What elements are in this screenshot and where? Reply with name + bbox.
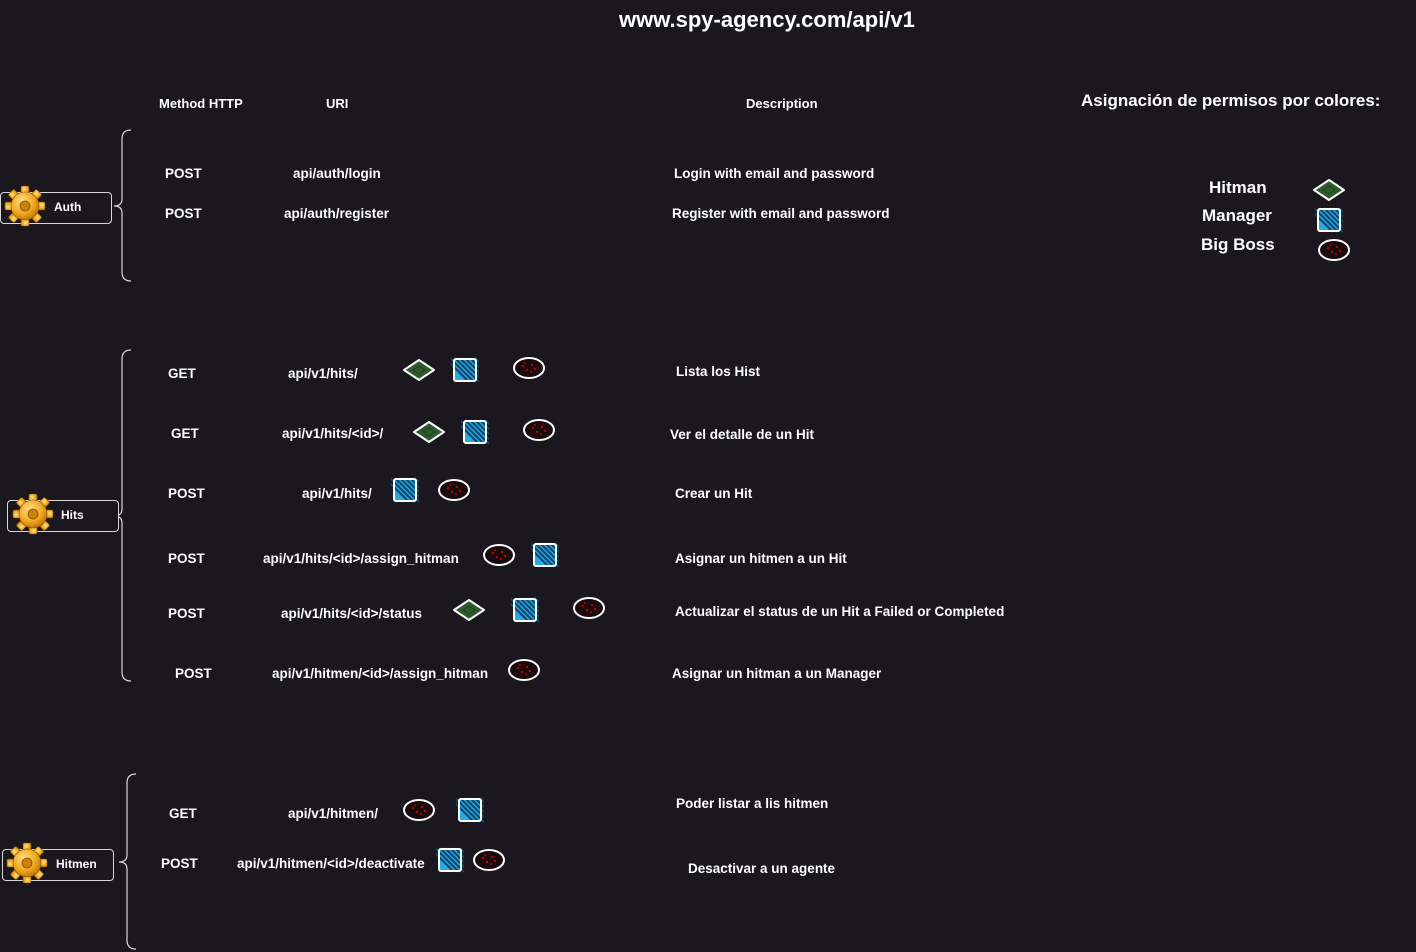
gear-icon (4, 185, 46, 227)
circle-dots-icon (1316, 236, 1352, 264)
endpoint-uri: api/v1/hitmen/<id>/deactivate (237, 856, 425, 871)
striped-square-icon (531, 541, 559, 569)
endpoint-method: GET (169, 806, 197, 821)
endpoint-method: GET (168, 366, 196, 381)
endpoint-uri: api/v1/hits/<id>/assign_hitman (263, 551, 459, 566)
circle-dots-icon (521, 416, 557, 444)
circle-dots-icon (481, 541, 517, 569)
legend-label-hitman: Hitman (1209, 178, 1267, 197)
endpoint-uri: api/auth/register (284, 206, 390, 221)
diamond-icon (412, 420, 446, 444)
endpoint-method: POST (168, 606, 205, 621)
endpoint-description: Register with email and password (672, 206, 890, 221)
circle-dots-icon (506, 656, 542, 684)
striped-square-icon (461, 418, 489, 446)
endpoint-uri: api/v1/hits/<id>/status (281, 606, 423, 621)
endpoint-method: POST (168, 551, 205, 566)
gear-icon (12, 493, 54, 535)
endpoint-method: POST (165, 206, 202, 221)
endpoint-method: POST (175, 666, 212, 681)
endpoint-method: POST (161, 856, 198, 871)
diamond-icon (452, 598, 486, 622)
endpoint-method: POST (168, 486, 205, 501)
endpoint-uri: api/v1/hits/<id>/ (282, 426, 384, 441)
legend-title: Asignación de permisos por colores: (1081, 91, 1381, 110)
group-label-auth: Auth (54, 200, 82, 214)
gear-icon (6, 842, 48, 884)
endpoint-description: Actualizar el status de un Hit a Failed … (675, 604, 1005, 619)
diamond-icon (1312, 178, 1346, 202)
striped-square-icon (451, 356, 479, 384)
endpoint-description: Asignar un hitmen a un Hit (675, 551, 847, 566)
circle-dots-icon (436, 476, 472, 504)
endpoint-description: Login with email and password (674, 166, 875, 181)
header-description: Description (746, 96, 818, 111)
striped-square-icon (1315, 206, 1343, 234)
endpoint-description: Ver el detalle de un Hit (670, 427, 815, 442)
striped-square-icon (456, 796, 484, 824)
legend-label-manager: Manager (1202, 206, 1272, 225)
header-method: Method HTTP (159, 96, 243, 111)
endpoint-uri: api/auth/login (293, 166, 381, 181)
legend-label-big-boss: Big Boss (1201, 235, 1275, 254)
endpoint-uri: api/v1/hitmen/ (288, 806, 379, 821)
circle-dots-icon (511, 354, 547, 382)
endpoint-method: GET (171, 426, 199, 441)
endpoint-description: Poder listar a lis hitmen (676, 796, 829, 811)
bracket (113, 129, 132, 282)
endpoint-description: Crear un Hit (675, 486, 753, 501)
endpoint-description: Lista los Hist (676, 364, 761, 379)
striped-square-icon (511, 596, 539, 624)
endpoint-uri: api/v1/hits/ (302, 486, 372, 501)
circle-dots-icon (401, 796, 437, 824)
endpoint-method: POST (165, 166, 202, 181)
diamond-icon (402, 358, 436, 382)
header-uri: URI (326, 96, 349, 111)
endpoint-description: Desactivar a un agente (688, 861, 836, 876)
bracket (118, 773, 137, 950)
endpoint-description: Asignar un hitman a un Manager (672, 666, 882, 681)
striped-square-icon (391, 476, 419, 504)
endpoint-uri: api/v1/hitmen/<id>/assign_hitman (272, 666, 489, 681)
group-label-hits: Hits (61, 508, 84, 522)
circle-dots-icon (471, 846, 507, 874)
striped-square-icon (436, 846, 464, 874)
page-title: www.spy-agency.com/api/v1 (619, 7, 915, 32)
circle-dots-icon (571, 594, 607, 622)
group-label-hitmen: Hitmen (56, 857, 97, 871)
endpoint-uri: api/v1/hits/ (288, 366, 358, 381)
